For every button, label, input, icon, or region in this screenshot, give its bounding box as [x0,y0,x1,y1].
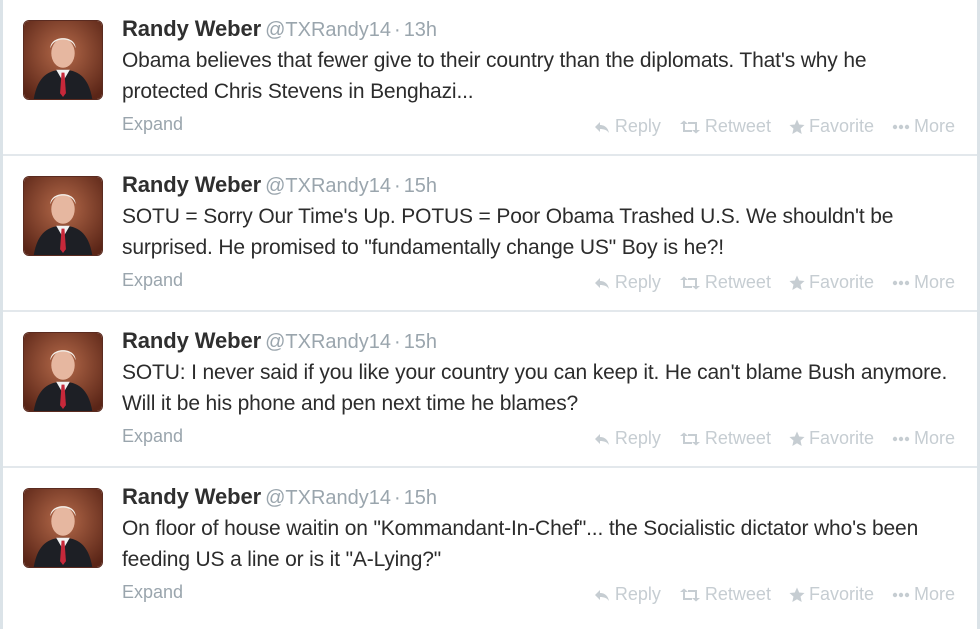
ellipsis-icon [892,280,910,285]
tweet-timestamp[interactable]: 15h [404,175,437,197]
ellipsis-icon [892,436,910,441]
meta-separator: · [394,331,401,353]
tweet-item[interactable]: Randy Weber @TXRandy14 · 15h SOTU: I never … [3,312,977,468]
profile-photo-icon [24,489,102,567]
retweet-icon [679,432,700,445]
favorite-label: Favorite [808,116,874,136]
tweet-timestamp[interactable]: 15h [404,331,437,353]
ellipsis-icon [892,592,910,597]
retweet-icon [679,120,700,133]
favorite-button[interactable]: Favorite [789,428,874,449]
more-button[interactable]: More [892,116,955,137]
avatar[interactable] [23,176,103,256]
author-handle[interactable]: @TXRandy14 [265,487,391,509]
retweet-button[interactable]: Retweet [679,428,771,449]
reply-label: Reply [614,272,661,292]
expand-link[interactable]: Expand [122,582,183,603]
tweet-header: Randy Weber @TXRandy14 · 15h [122,170,955,200]
tweet-actions: Reply Retweet Favorite More [593,584,955,605]
avatar[interactable] [23,20,103,100]
favorite-label: Favorite [808,272,874,292]
ellipsis-icon [892,124,910,129]
star-icon [789,431,805,446]
reply-arrow-icon [594,589,609,601]
tweet-actions: Reply Retweet Favorite More [593,272,955,293]
reply-label: Reply [614,428,661,448]
meta-separator: · [394,19,401,41]
retweet-label: Retweet [704,272,771,292]
retweet-button[interactable]: Retweet [679,272,771,293]
more-label: More [913,272,955,292]
reply-label: Reply [614,584,661,604]
author-name[interactable]: Randy Weber [122,16,261,41]
author-name[interactable]: Randy Weber [122,484,261,509]
tweet-timestamp[interactable]: 15h [404,487,437,509]
tweet-header: Randy Weber @TXRandy14 · 15h [122,326,955,356]
reply-button[interactable]: Reply [593,584,661,605]
author-name[interactable]: Randy Weber [122,328,261,353]
reply-arrow-icon [594,277,609,289]
author-name[interactable]: Randy Weber [122,172,261,197]
more-button[interactable]: More [892,584,955,605]
more-label: More [913,116,955,136]
more-button[interactable]: More [892,272,955,293]
favorite-button[interactable]: Favorite [789,116,874,137]
profile-photo-icon [24,177,102,255]
author-handle[interactable]: @TXRandy14 [265,19,391,41]
expand-link[interactable]: Expand [122,270,183,291]
star-icon [789,587,805,602]
star-icon [789,119,805,134]
reply-label: Reply [614,116,661,136]
tweet-timestamp[interactable]: 13h [404,19,437,41]
reply-arrow-icon [594,121,609,133]
meta-separator: · [394,487,401,509]
profile-photo-icon [24,333,102,411]
tweet-item[interactable]: Randy Weber @TXRandy14 · 13h Obama believes… [3,0,977,156]
retweet-icon [679,588,700,601]
tweet-text: On floor of house waitin on "Kommandant-… [122,517,919,571]
retweet-label: Retweet [704,428,771,448]
reply-button[interactable]: Reply [593,428,661,449]
tweet-header: Randy Weber @TXRandy14 · 13h [122,14,955,44]
favorite-button[interactable]: Favorite [789,272,874,293]
more-label: More [913,428,955,448]
more-label: More [913,584,955,604]
reply-arrow-icon [594,433,609,445]
retweet-button[interactable]: Retweet [679,116,771,137]
tweet-text: SOTU = Sorry Our Time's Up. POTUS = Poor… [122,205,894,259]
author-handle[interactable]: @TXRandy14 [265,175,391,197]
tweet-header: Randy Weber @TXRandy14 · 15h [122,482,955,512]
retweet-icon [679,276,700,289]
tweet-item[interactable]: Randy Weber @TXRandy14 · 15h On floor of ho… [3,468,977,626]
reply-button[interactable]: Reply [593,116,661,137]
avatar[interactable] [23,332,103,412]
retweet-button[interactable]: Retweet [679,584,771,605]
reply-button[interactable]: Reply [593,272,661,293]
tweet-item[interactable]: Randy Weber @TXRandy14 · 15h SOTU = Sorry O… [3,156,977,312]
retweet-label: Retweet [704,116,771,136]
favorite-button[interactable]: Favorite [789,584,874,605]
profile-photo-icon [24,21,102,99]
tweet-text: SOTU: I never said if you like your coun… [122,361,948,415]
retweet-label: Retweet [704,584,771,604]
star-icon [789,275,805,290]
author-handle[interactable]: @TXRandy14 [265,331,391,353]
avatar[interactable] [23,488,103,568]
tweet-text: Obama believes that fewer give to their … [122,49,867,103]
tweet-timeline: Randy Weber @TXRandy14 · 13h Obama believes… [0,0,980,629]
favorite-label: Favorite [808,584,874,604]
tweet-actions: Reply Retweet Favorite More [593,428,955,449]
expand-link[interactable]: Expand [122,426,183,447]
favorite-label: Favorite [808,428,874,448]
more-button[interactable]: More [892,428,955,449]
tweet-actions: Reply Retweet Favorite More [593,116,955,137]
expand-link[interactable]: Expand [122,114,183,135]
meta-separator: · [394,175,401,197]
